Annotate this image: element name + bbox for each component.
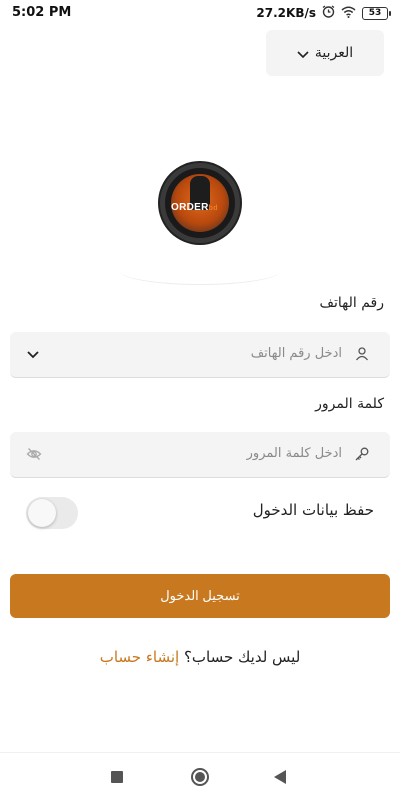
back-button[interactable] xyxy=(274,770,286,784)
login-button-label: تسجيل الدخول xyxy=(160,588,240,603)
system-nav-bar xyxy=(0,752,400,800)
language-selector[interactable]: العربية xyxy=(266,30,384,76)
remember-me-toggle[interactable] xyxy=(26,497,78,529)
eye-off-icon[interactable] xyxy=(26,446,42,462)
recent-apps-button[interactable] xyxy=(111,771,123,783)
phone-field[interactable]: ادخل رقم الهاتف xyxy=(10,332,390,378)
toggle-knob xyxy=(28,499,56,527)
signup-question: ليس لديك حساب؟ xyxy=(183,648,301,666)
network-speed: 27.2KB/s xyxy=(256,6,316,20)
logo-text-accent: bd xyxy=(208,205,218,212)
home-button[interactable] xyxy=(191,768,209,786)
login-button[interactable]: تسجيل الدخول xyxy=(10,574,390,618)
user-icon xyxy=(354,346,370,362)
signup-row: ليس لديك حساب؟ إنشاء حساب xyxy=(0,648,400,666)
language-label: العربية xyxy=(314,45,354,61)
create-account-link[interactable]: إنشاء حساب xyxy=(100,648,179,666)
battery-icon: 53 xyxy=(362,6,391,20)
logo-text-main: ORDER xyxy=(171,202,209,213)
phone-placeholder: ادخل رقم الهاتف xyxy=(250,346,342,361)
status-icons: 27.2KB/s 53 xyxy=(256,5,391,21)
password-placeholder: ادخل كلمة المرور xyxy=(246,446,342,461)
password-label: كلمة المرور xyxy=(315,396,384,412)
status-time: 5:02 PM xyxy=(12,5,72,20)
country-dropdown-chevron-down-icon[interactable] xyxy=(26,346,42,362)
chevron-down-icon xyxy=(297,44,309,63)
app-logo: ORDERbd xyxy=(160,163,240,243)
phone-label: رقم الهاتف xyxy=(319,295,384,311)
logo-arc-divider xyxy=(118,255,282,285)
status-bar: 5:02 PM 27.2KB/s 53 xyxy=(0,0,400,26)
password-field[interactable]: ادخل كلمة المرور xyxy=(10,432,390,478)
key-icon xyxy=(354,446,370,462)
wifi-icon xyxy=(341,6,356,21)
alarm-icon xyxy=(322,5,335,21)
remember-me-label: حفظ بيانات الدخول xyxy=(252,501,374,519)
